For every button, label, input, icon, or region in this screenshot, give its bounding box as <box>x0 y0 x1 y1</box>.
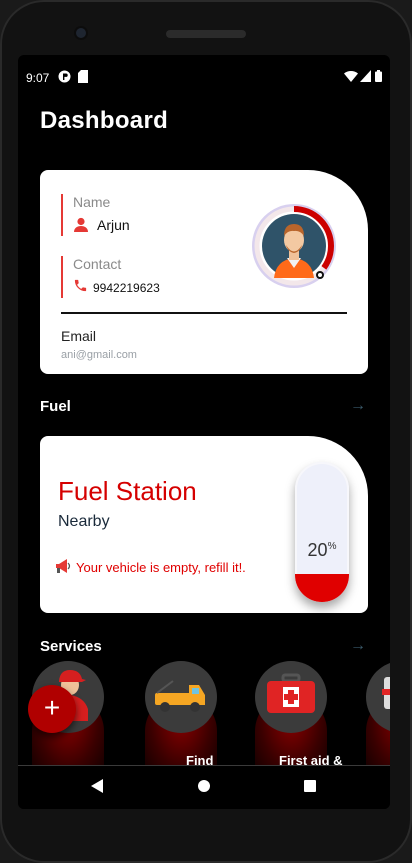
wifi-icon <box>344 70 358 85</box>
fuel-card-title: Fuel Station <box>58 476 197 506</box>
status-time: 9:07 <box>26 71 50 85</box>
first-aid-kit-icon <box>267 673 315 713</box>
fuel-level-fill <box>295 574 349 602</box>
fuel-level-readout: 20% <box>295 540 349 561</box>
contact-label: Contact <box>73 256 122 272</box>
profile-divider <box>61 312 347 314</box>
fuel-level-value: 20 <box>307 540 328 560</box>
earpiece-speaker <box>166 30 246 38</box>
fuel-level-unit: % <box>327 541 337 552</box>
profile-name: Arjun <box>97 217 130 233</box>
battery-icon <box>375 70 382 85</box>
profile-contact: 9942219623 <box>93 281 160 295</box>
home-icon[interactable] <box>197 778 211 799</box>
contact-field-accent <box>61 256 63 298</box>
person-icon <box>73 217 89 238</box>
fuel-see-more-arrow-icon[interactable]: → <box>350 397 366 415</box>
service-item-first-aid[interactable] <box>255 661 327 733</box>
recents-icon[interactable] <box>303 778 317 799</box>
name-field-accent <box>61 194 63 236</box>
system-navigation-bar <box>18 766 390 809</box>
sd-card-icon <box>78 70 88 86</box>
tow-truck-icon <box>155 680 205 712</box>
avatar[interactable] <box>250 202 338 290</box>
cell-signal-icon <box>360 70 371 85</box>
fuel-station-card[interactable]: Fuel Station Nearby Your vehicle is empt… <box>40 436 368 613</box>
app-notification-icon <box>58 70 71 86</box>
services-section-title: Services <box>40 638 102 655</box>
services-see-more-arrow-icon[interactable]: → <box>350 637 366 655</box>
add-fab-button[interactable]: + <box>28 685 76 733</box>
megaphone-icon <box>54 558 72 577</box>
name-label: Name <box>73 194 111 210</box>
profile-card[interactable]: Name Arjun Contact 9942219623 Email ani@… <box>40 170 368 374</box>
status-bar: 9:07 <box>18 65 390 89</box>
back-icon[interactable] <box>90 778 104 799</box>
spark-plug-icon <box>382 677 390 709</box>
fuel-level-gauge: 20% <box>295 462 349 602</box>
profile-email: ani@gmail.com <box>61 349 137 361</box>
fuel-section-title: Fuel <box>40 398 71 415</box>
service-item-tow[interactable] <box>145 661 217 733</box>
fuel-warning-message: Your vehicle is empty, refill it!. <box>54 558 246 577</box>
page-title: Dashboard <box>40 107 169 134</box>
front-camera <box>76 28 86 38</box>
phone-icon <box>73 278 88 298</box>
fuel-warning-text: Your vehicle is empty, refill it!. <box>76 560 246 575</box>
app-screen: 9:07 Dashboard Name Arjun Contact 994221… <box>18 55 390 809</box>
email-label: Email <box>61 328 97 344</box>
device-frame: 9:07 Dashboard Name Arjun Contact 994221… <box>0 0 412 863</box>
fuel-card-subtitle: Nearby <box>58 513 110 530</box>
service-item-spark-plug[interactable] <box>366 661 390 733</box>
